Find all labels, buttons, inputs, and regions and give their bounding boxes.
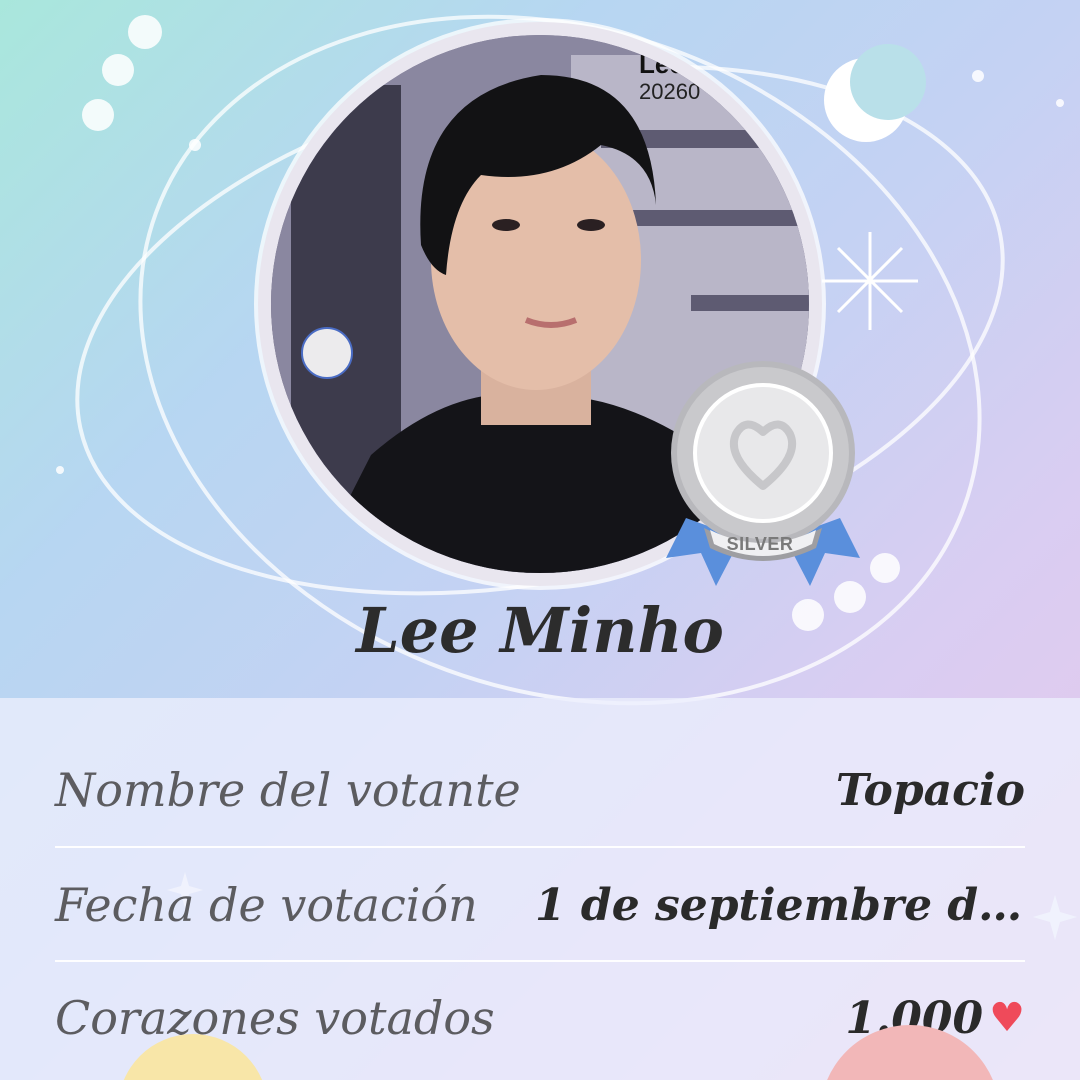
voter-name-row: Nombre del votante Topacio: [55, 740, 1025, 840]
photo-caption-name: Lee: [639, 49, 684, 79]
sparkle-icon: [822, 232, 918, 330]
row-divider: [55, 960, 1025, 962]
photo-caption-date: 20260: [639, 79, 701, 104]
medal-label: SILVER: [726, 534, 794, 554]
row-divider: [55, 846, 1025, 848]
vote-date-label: Fecha de votación: [55, 878, 478, 932]
medal-icon: [666, 361, 860, 586]
vote-date-value: 1 de septiembre de ...: [535, 879, 1025, 931]
artist-name: Lee Minho: [356, 594, 724, 667]
voter-name-label: Nombre del votante: [55, 763, 521, 817]
moon-icon: [824, 44, 926, 142]
voter-name-value: Topacio: [835, 764, 1025, 816]
vote-date-row: Fecha de votación 1 de septiembre de ...: [55, 855, 1025, 955]
watermark-logo: [301, 327, 353, 379]
silver-medal-badge: SILVER: [656, 358, 870, 596]
photo-caption: Lee 20260: [639, 49, 700, 105]
vote-certificate-card: Lee 20260 SILVER Lee Minho Nombre del vo…: [0, 0, 1080, 1080]
hearts-voted-label: Corazones votados: [55, 991, 495, 1045]
heart-icon: ♥: [989, 995, 1025, 1041]
